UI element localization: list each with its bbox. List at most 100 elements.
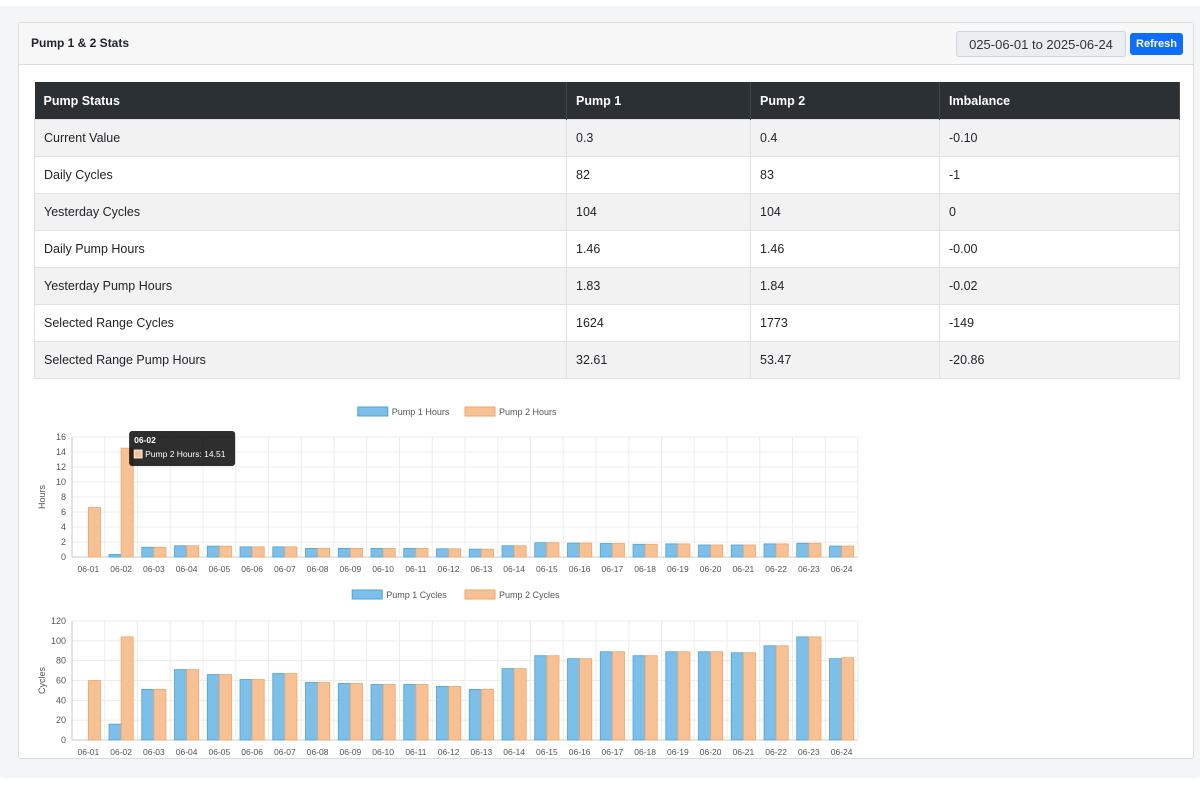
refresh-button[interactable]: Refresh [1130,33,1183,55]
pump-1-bar[interactable] [436,686,450,741]
pump-1-bar[interactable] [501,668,515,741]
pump-2-bar[interactable] [186,669,200,741]
pump-2-bar[interactable] [382,547,396,558]
pump-2-bar[interactable] [480,548,494,558]
pump-1-bar[interactable] [108,723,122,741]
pump-1-bar[interactable] [403,684,417,741]
pump-1-bar[interactable] [567,658,581,741]
pump-1-bar[interactable] [272,673,286,741]
pump-1-bar[interactable] [599,543,613,558]
pump-1-bar[interactable] [534,655,548,741]
pump-1-bar[interactable] [206,674,220,741]
pump-1-bar[interactable] [698,651,712,741]
pump-1-bar[interactable] [141,546,155,558]
legend-swatch-2[interactable] [464,406,496,417]
pump-2-bar[interactable] [382,684,396,741]
pump-2-bar[interactable] [87,680,101,741]
pump-1-bar[interactable] [370,684,384,741]
legend-label-1[interactable]: Pump 1 Hours [392,407,450,417]
pump-1-bar[interactable] [763,543,777,558]
pump-2-bar[interactable] [218,545,232,558]
pump-1-bar[interactable] [763,645,777,741]
pump-2-bar[interactable] [480,689,494,741]
pump-2-bar[interactable] [742,544,756,558]
legend-label-2[interactable]: Pump 2 Cycles [499,590,560,600]
pump-2-bar[interactable] [775,645,789,741]
pump-2-bar[interactable] [120,636,134,741]
pump-1-bar[interactable] [829,658,843,741]
pump-1-bar[interactable] [337,547,351,558]
pump-1-bar[interactable] [305,682,319,741]
pump-2-bar[interactable] [448,548,462,558]
pump-1-bar[interactable] [468,548,482,558]
pump-2-bar[interactable] [546,542,560,558]
pump-2-bar[interactable] [284,546,298,558]
pump-2-bar[interactable] [710,651,724,741]
pump-1-bar[interactable] [796,636,810,741]
pump-2-bar[interactable] [448,686,462,741]
pump-1-bar[interactable] [698,544,712,558]
pump-1-bar[interactable] [468,689,482,741]
pump-1-bar[interactable] [632,655,646,741]
pump-2-bar[interactable] [579,658,593,741]
pump-2-bar[interactable] [317,547,331,558]
pump-1-bar[interactable] [436,548,450,558]
pump-2-bar[interactable] [284,673,298,741]
pump-1-bar[interactable] [370,547,384,558]
pump-1-bar[interactable] [239,546,253,558]
pump-2-bar[interactable] [513,668,527,741]
pump-2-bar[interactable] [742,652,756,741]
pump-1-bar[interactable] [501,545,515,558]
pump-1-bar[interactable] [632,543,646,558]
pump-2-bar[interactable] [808,542,822,558]
pump-1-bar[interactable] [730,544,744,558]
pump-2-bar[interactable] [251,546,265,558]
pump-2-bar[interactable] [775,543,789,558]
pump-1-bar[interactable] [403,547,417,558]
pump-1-bar[interactable] [534,542,548,558]
pump-2-bar[interactable] [579,542,593,558]
pump-1-bar[interactable] [272,546,286,558]
legend-swatch-1[interactable] [351,589,383,600]
pump-2-bar[interactable] [677,543,691,558]
pump-1-bar[interactable] [174,669,188,741]
pump-2-bar[interactable] [546,655,560,741]
pump-1-bar[interactable] [665,651,679,741]
pump-2-bar[interactable] [251,679,265,741]
pump-1-bar[interactable] [206,545,220,558]
legend-label-1[interactable]: Pump 1 Cycles [386,590,447,600]
pump-2-bar[interactable] [349,547,363,558]
pump-1-bar[interactable] [174,545,188,558]
pump-2-bar[interactable] [644,543,658,558]
pump-1-bar[interactable] [796,542,810,558]
pump-2-bar[interactable] [611,651,625,741]
pump-2-bar[interactable] [677,651,691,741]
pump-2-bar[interactable] [644,655,658,741]
pump-2-bar[interactable] [841,545,855,558]
pump-2-bar[interactable] [841,657,855,741]
pump-2-bar[interactable] [87,507,101,558]
chart-legend[interactable]: Pump 1 Cycles Pump 2 Cycles [351,589,560,600]
pump-1-bar[interactable] [108,553,122,558]
pump-2-bar[interactable] [317,682,331,741]
pump-1-bar[interactable] [239,679,253,741]
pump-2-bar[interactable] [153,546,167,558]
pump-2-bar[interactable] [153,689,167,741]
pump-1-bar[interactable] [141,689,155,741]
pump-1-bar[interactable] [337,683,351,741]
pump-2-bar[interactable] [349,683,363,741]
legend-swatch-2[interactable] [464,589,496,600]
pump-2-bar[interactable] [513,545,527,558]
legend-swatch-1[interactable] [357,406,389,417]
legend-label-2[interactable]: Pump 2 Hours [499,407,557,417]
pump-1-bar[interactable] [305,547,319,558]
pump-2-bar[interactable] [415,547,429,558]
pump-1-bar[interactable] [567,542,581,558]
pump-2-bar[interactable] [218,674,232,741]
pump-1-bar[interactable] [665,543,679,558]
pump-2-bar[interactable] [186,545,200,558]
chart-legend[interactable]: Pump 1 Hours Pump 2 Hours [357,406,557,417]
pump-2-bar[interactable] [611,543,625,558]
date-range-input[interactable]: 025-06-01 to 2025-06-24 [956,31,1126,57]
pump-1-bar[interactable] [599,651,613,741]
